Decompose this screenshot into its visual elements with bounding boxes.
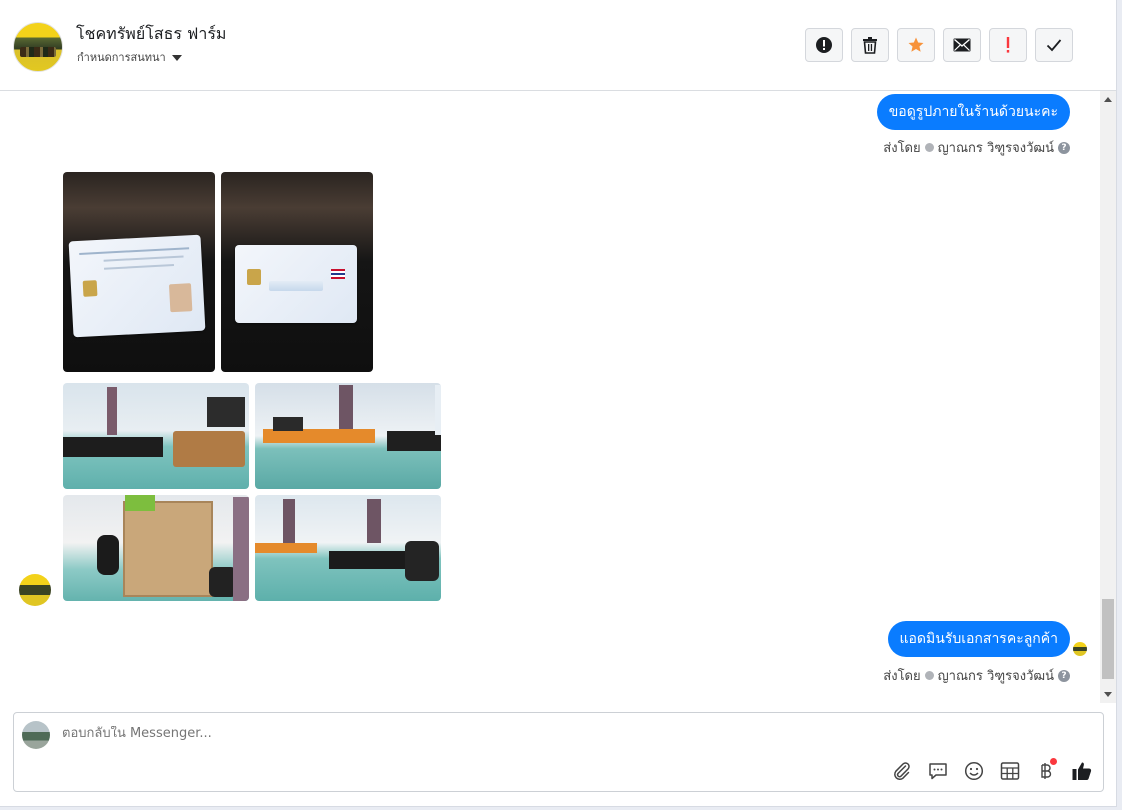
caret-down-icon [171, 54, 182, 61]
help-icon[interactable]: ? [1058, 141, 1070, 154]
notification-dot [1050, 758, 1057, 765]
saved-reply-icon [929, 763, 947, 780]
reply-composer [13, 712, 1104, 792]
envelope-icon [953, 38, 971, 52]
thread-scrollbar[interactable] [1100, 91, 1116, 703]
exclamation-circle-icon [816, 37, 832, 53]
trash-icon [863, 37, 877, 54]
outgoing-message-bubble[interactable]: แอดมินรับเอกสารคะลูกค้า [887, 621, 1070, 657]
help-icon[interactable]: ? [1058, 669, 1070, 682]
id-card-back-photo[interactable] [221, 172, 373, 372]
exclamation-icon [1006, 37, 1010, 53]
page-name[interactable]: โชคทรัพย์โสธร ฟาร์ม [76, 22, 226, 47]
verified-icon [924, 143, 934, 152]
scroll-down-arrow-icon[interactable] [1104, 692, 1112, 697]
id-card-front-photo[interactable] [63, 172, 215, 372]
assign-conversation-dropdown[interactable]: กำหนดการสนทนา [77, 48, 182, 66]
customer-avatar[interactable] [19, 574, 51, 606]
follow-up-button[interactable] [989, 28, 1027, 62]
sent-by-label: ส่งโดย [883, 141, 921, 156]
star-button[interactable] [897, 28, 935, 62]
shop-interior-photo[interactable] [63, 383, 249, 489]
read-receipt-avatar [1073, 642, 1087, 656]
delete-button[interactable] [851, 28, 889, 62]
sent-by-label: ส่งโดย [883, 669, 921, 684]
shop-interior-photo[interactable] [255, 495, 441, 601]
scroll-thumb[interactable] [1102, 599, 1114, 679]
reply-input[interactable] [62, 726, 862, 741]
table-icon [1000, 762, 1020, 780]
emoji-icon [964, 761, 984, 781]
payment-button[interactable] [1035, 758, 1057, 782]
inbox-conversation-panel: โชคทรัพย์โสธร ฟาร์ม กำหนดการสนทนา ขอดูรู… [0, 0, 1117, 807]
message-text: แอดมินรับเอกสารคะลูกค้า [899, 631, 1059, 647]
assign-label: กำหนดการสนทนา [77, 51, 166, 64]
message-thread: ขอดูรูปภายในร้านด้วยนะคะ ส่งโดย ญาณกร วิ… [0, 91, 1100, 703]
sent-by-line: ส่งโดย ญาณกร วิฑูรจงวัฒน์ ? [883, 665, 1070, 686]
report-spam-button[interactable] [805, 28, 843, 62]
verified-icon [924, 671, 934, 680]
shop-interior-photo[interactable] [255, 383, 441, 489]
like-button[interactable] [1071, 760, 1093, 782]
outgoing-message-bubble[interactable]: ขอดูรูปภายในร้านด้วยนะคะ [876, 94, 1070, 130]
mark-done-button[interactable] [1035, 28, 1073, 62]
order-table-button[interactable] [999, 760, 1021, 782]
sent-by-line: ส่งโดย ญาณกร วิฑูรจงวัฒน์ ? [883, 137, 1070, 158]
composer-actions [891, 758, 1093, 782]
agent-avatar [22, 721, 50, 749]
header-toolbar [805, 28, 1073, 62]
checkmark-icon [1046, 39, 1062, 52]
star-icon [908, 37, 924, 52]
attach-button[interactable] [891, 760, 913, 782]
page-avatar[interactable] [13, 22, 63, 72]
emoji-button[interactable] [963, 760, 985, 782]
scroll-up-arrow-icon[interactable] [1104, 97, 1112, 102]
sender-name[interactable]: ญาณกร วิฑูรจงวัฒน์ [938, 137, 1054, 158]
paperclip-icon [894, 762, 910, 781]
sender-name[interactable]: ญาณกร วิฑูรจงวัฒน์ [938, 665, 1054, 686]
conversation-header: โชคทรัพย์โสธร ฟาร์ม กำหนดการสนทนา [0, 0, 1116, 91]
message-text: ขอดูรูปภายในร้านด้วยนะคะ [888, 104, 1058, 120]
thumbs-up-icon [1072, 762, 1092, 780]
saved-reply-button[interactable] [927, 760, 949, 782]
mark-unread-button[interactable] [943, 28, 981, 62]
shop-interior-photo[interactable] [63, 495, 249, 601]
